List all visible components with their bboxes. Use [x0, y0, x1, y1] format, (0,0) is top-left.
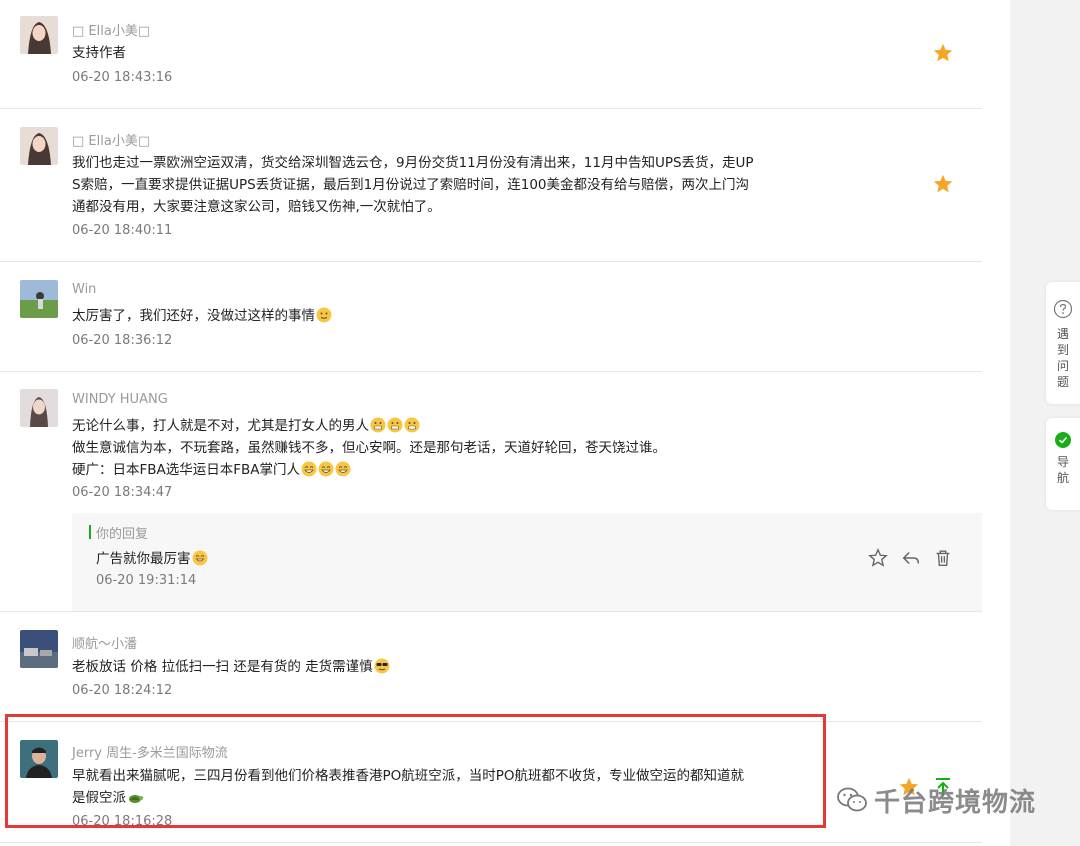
star-icon[interactable] — [932, 173, 954, 195]
comment-author[interactable]: 顺航～小潘 — [72, 633, 137, 652]
author-name: Ella小美 — [88, 24, 138, 39]
emoji-icon — [335, 461, 351, 477]
label-char: 问 — [1056, 359, 1069, 373]
comment-author[interactable]: □ Ella小美□ — [72, 20, 150, 39]
question-icon — [1053, 299, 1073, 319]
avatar[interactable] — [20, 389, 58, 427]
comment-time: 06-20 18:43:16 — [72, 70, 173, 85]
divider — [0, 261, 982, 262]
avatar[interactable] — [20, 280, 58, 318]
avatar[interactable] — [20, 127, 58, 165]
emoji-icon — [301, 461, 317, 477]
comment-time: 06-20 18:40:11 — [72, 223, 173, 238]
comment-text-body: 老板放话 价格 拉低扫一扫 还是有货的 走货需谨慎 — [72, 659, 373, 675]
comment-text: 支持作者 — [72, 45, 126, 61]
comment-list: □ Ella小美□ 支持作者 06-20 18:43:16 □ Ella小美□ … — [0, 0, 1010, 846]
comment-author[interactable]: WINDY HUANG — [72, 392, 168, 407]
comment-line: 通都没有用，大家要注意这家公司，赔钱又伤神,一次就怕了。 — [72, 199, 441, 215]
comment-line: 我们也走过一票欧洲空运双清，货交给深圳智选云仓，9月份交货11月份没有清出来，1… — [72, 155, 754, 171]
avatar[interactable] — [20, 630, 58, 668]
comment-text: 太厉害了，我们还好，没做过这样的事情 — [72, 305, 762, 327]
emoji-icon — [374, 658, 390, 674]
navigation-label: 导 航 — [1046, 454, 1080, 486]
author-name: Ella小美 — [88, 134, 138, 149]
divider — [0, 108, 982, 109]
comment-line-text: 无论什么事，打人就是不对，尤其是打女人的男人 — [72, 418, 369, 434]
check-circle-icon — [1055, 432, 1071, 448]
wechat-logo-icon — [837, 787, 867, 812]
reply-time: 06-20 19:31:14 — [96, 573, 197, 588]
trash-icon[interactable] — [932, 547, 954, 569]
author-reply: 你的回复 广告就你最厉害 06-20 19:31:14 — [72, 513, 982, 611]
comment-text: 我们也走过一票欧洲空运双清，货交给深圳智选云仓，9月份交货11月份没有清出来，1… — [72, 152, 762, 218]
emoji-icon — [192, 550, 207, 566]
comment-line: 做生意诚信为本，不玩套路，虽然赚钱不多，但心安啊。还是那句老话，天道好轮回，苍天… — [72, 440, 666, 456]
star-outline-icon[interactable] — [867, 547, 889, 569]
label-char: 到 — [1056, 343, 1069, 357]
reply-text: 广告就你最厉害 — [96, 547, 208, 567]
label-char: 遇 — [1056, 327, 1069, 341]
label-char: 导 — [1056, 455, 1069, 469]
label-char: 题 — [1056, 375, 1069, 389]
star-icon[interactable] — [932, 42, 954, 64]
emoji-icon — [370, 417, 386, 433]
report-problem-label: 遇 到 问 题 — [1046, 326, 1080, 390]
comment-author[interactable]: Win — [72, 282, 96, 297]
label-char: 航 — [1056, 471, 1069, 485]
watermark: 千台跨境物流 — [836, 782, 1036, 818]
reply-accent-bar — [89, 525, 91, 539]
emoji-icon — [404, 417, 420, 433]
comment-author[interactable]: □ Ella小美□ — [72, 130, 150, 149]
comment-text: 无论什么事，打人就是不对，尤其是打女人的男人 做生意诚信为本，不玩套路，虽然赚钱… — [72, 415, 762, 481]
comment-time: 06-20 18:34:47 — [72, 485, 173, 500]
divider — [0, 371, 982, 372]
watermark-text: 千台跨境物流 — [874, 787, 1037, 818]
reply-label: 你的回复 — [96, 527, 149, 542]
comment-text-body: 太厉害了，我们还好，没做过这样的事情 — [72, 308, 315, 324]
emoji-icon — [316, 307, 332, 323]
emoji-icon — [318, 461, 334, 477]
avatar[interactable] — [20, 16, 58, 54]
comment-line: 无论什么事，打人就是不对，尤其是打女人的男人 — [72, 415, 762, 437]
divider — [0, 842, 982, 843]
comment-time: 06-20 18:24:12 — [72, 683, 173, 698]
comment-time: 06-20 18:36:12 — [72, 333, 173, 348]
reply-text-body: 广告就你最厉害 — [96, 551, 191, 567]
comment-line: S索赔，一直要求提供证据UPS丢货证据，最后到1月份说过了索赔时间，连100美金… — [72, 177, 750, 193]
reply-icon[interactable] — [900, 547, 922, 569]
comment-text: 老板放话 价格 拉低扫一扫 还是有货的 走货需谨慎 — [72, 656, 762, 678]
highlight-box — [5, 714, 826, 828]
comment-line-text: 硬广：日本FBA选华运日本FBA掌门人 — [72, 462, 301, 478]
emoji-icon — [387, 417, 403, 433]
navigation-button[interactable]: 导 航 — [1046, 418, 1080, 510]
report-problem-button[interactable]: 遇 到 问 题 — [1046, 282, 1080, 404]
comment-line: 硬广：日本FBA选华运日本FBA掌门人 — [72, 459, 762, 481]
divider — [0, 611, 982, 612]
